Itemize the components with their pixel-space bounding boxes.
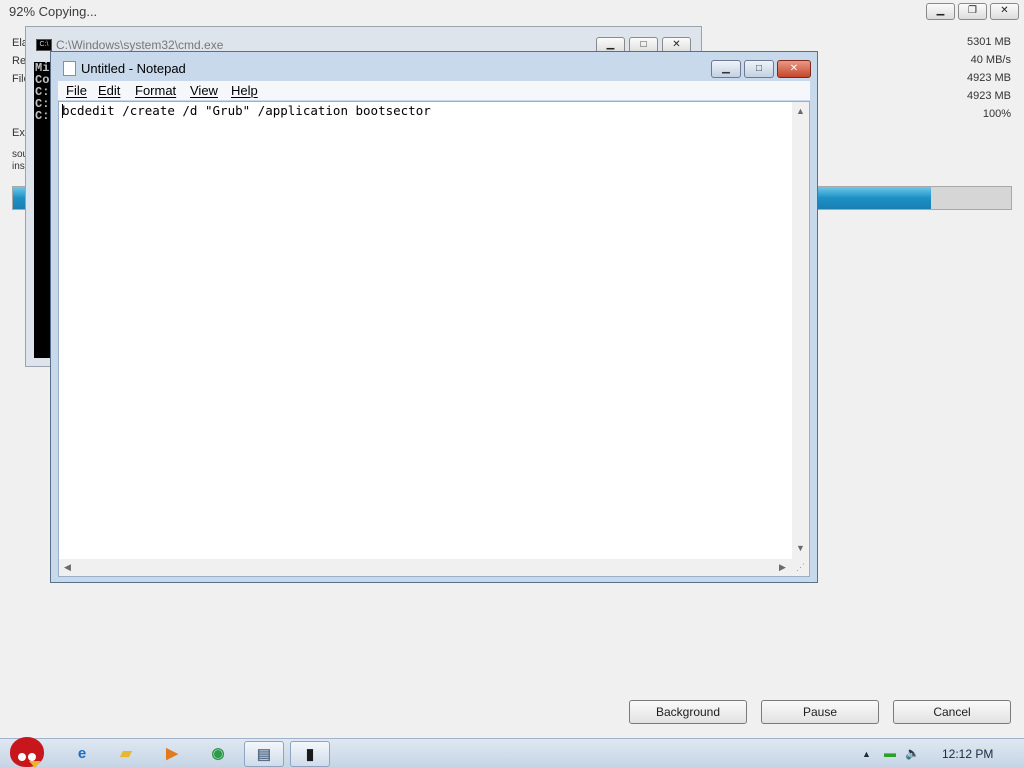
taskbar-item[interactable]: ▤	[244, 741, 284, 767]
taskbar-item[interactable]: ▮	[290, 741, 330, 767]
taskbar-item[interactable]: ▶	[152, 741, 192, 767]
copy-window-title: 92% Copying...	[9, 4, 98, 19]
notepad-menubar: File Edit Format View Help	[58, 81, 810, 100]
start-button[interactable]	[4, 731, 48, 768]
menu-file[interactable]: File	[66, 83, 87, 98]
notepad-minimize-button[interactable]: ▁	[711, 60, 741, 78]
angry-bird-icon	[10, 737, 44, 768]
notepad-window[interactable]: Untitled - Notepad ▁ □ ✕ File Edit Forma…	[50, 51, 818, 583]
text-cursor	[62, 104, 63, 118]
notepad-icon: ▤	[256, 746, 272, 763]
scroll-down-arrow-icon[interactable]: ▼	[796, 543, 805, 553]
media-player-icon: ▶	[166, 745, 178, 762]
install-label: ins	[12, 161, 25, 172]
copy-window-titlebar: 92% Copying... ▁ ❐ ✕	[0, 0, 1024, 22]
menu-help[interactable]: Help	[231, 83, 258, 98]
menu-format[interactable]: Format	[135, 83, 176, 98]
chrome-icon: ◉	[211, 745, 225, 762]
taskbar-item[interactable]: ▰	[106, 741, 146, 767]
copy-restore-button[interactable]: ❐	[958, 3, 987, 20]
cancel-button[interactable]: Cancel	[893, 700, 1011, 724]
volume-icon[interactable]: 🔈	[905, 746, 920, 760]
menu-edit[interactable]: Edit	[98, 83, 120, 98]
network-icon[interactable]: ▬	[884, 746, 896, 760]
cmd-window-icon: C:\	[36, 39, 52, 51]
scroll-left-arrow-icon[interactable]: ◀	[64, 562, 71, 573]
copy-minimize-button[interactable]: ▁	[926, 3, 955, 20]
notepad-icon	[63, 61, 76, 76]
show-hidden-icons-icon[interactable]: ▲	[862, 749, 871, 759]
cmd-icon: ▮	[305, 746, 315, 763]
notepad-content[interactable]: bcdedit /create /d "Grub" /application b…	[62, 103, 431, 118]
copy-close-button[interactable]: ✕	[990, 3, 1019, 20]
stat-speed: 40 MB/s	[970, 54, 1011, 66]
cmd-window-title: C:\Windows\system32\cmd.exe	[56, 38, 224, 52]
notepad-maximize-button[interactable]: □	[744, 60, 774, 78]
stat-percent: 100%	[982, 108, 1011, 120]
notepad-close-button[interactable]: ✕	[777, 60, 811, 78]
stat-copied: 4923 MB	[966, 72, 1011, 84]
taskbar: e ▰ ▶ ◉ ▤ ▮ ▲ ▬ 🔈 12:12 PM	[0, 737, 1024, 768]
internet-explorer-icon: e	[77, 745, 87, 762]
remaining-label: Re	[12, 55, 27, 67]
background-button[interactable]: Background	[629, 700, 747, 724]
menu-view[interactable]: View	[190, 83, 218, 98]
notepad-text-area[interactable]: bcdedit /create /d "Grub" /application b…	[58, 101, 810, 577]
taskbar-item[interactable]: ◉	[198, 741, 238, 767]
horizontal-scrollbar[interactable]: ◀ ▶	[59, 559, 792, 576]
scroll-right-arrow-icon[interactable]: ▶	[779, 562, 786, 573]
pause-button[interactable]: Pause	[761, 700, 879, 724]
stat-copied-2: 4923 MB	[966, 90, 1011, 102]
folder-icon: ▰	[120, 745, 132, 762]
taskbar-item[interactable]: e	[62, 741, 102, 767]
scroll-up-arrow-icon[interactable]: ▲	[796, 106, 805, 116]
vertical-scrollbar[interactable]: ▲ ▼	[792, 102, 809, 560]
clock[interactable]: 12:12 PM	[942, 747, 993, 761]
notepad-title: Untitled - Notepad	[81, 61, 186, 76]
stat-total-size: 5301 MB	[966, 36, 1011, 48]
resize-grip-icon[interactable]: ⋰	[792, 559, 809, 576]
notepad-titlebar[interactable]: Untitled - Notepad ▁ □ ✕	[51, 52, 817, 82]
